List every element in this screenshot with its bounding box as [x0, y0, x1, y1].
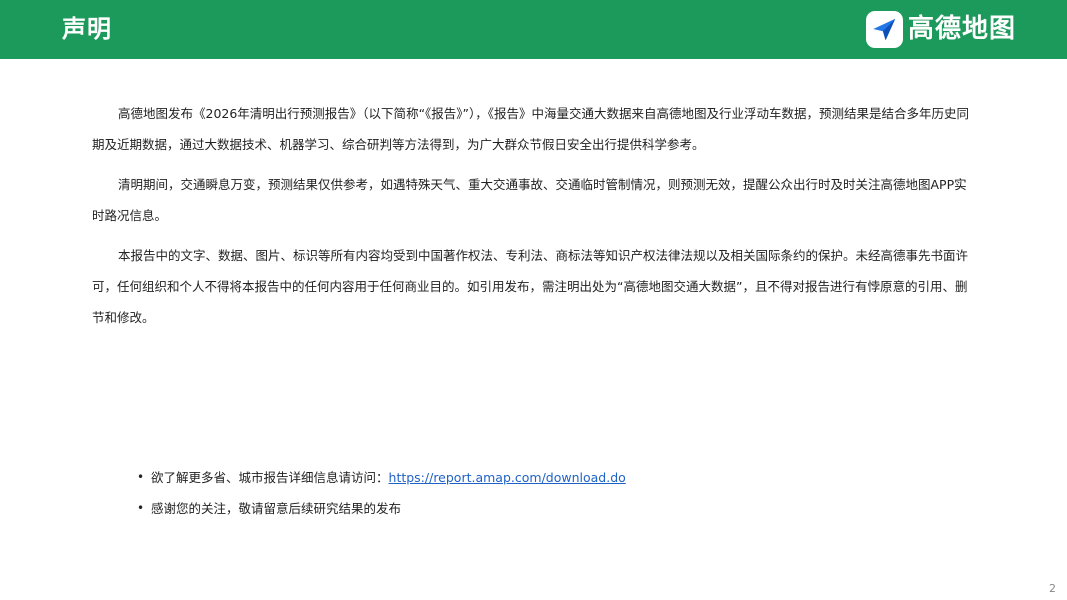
page-number: 2: [1049, 582, 1056, 595]
amap-logo: 高德地图: [866, 11, 1016, 48]
report-download-link[interactable]: https://report.amap.com/download.do: [389, 470, 626, 485]
statement-body: 高德地图发布《2026年清明出行预测报告》（以下简称“《报告》”），《报告》中海…: [92, 98, 976, 342]
info-list: • 欲了解更多省、城市报告详细信息请访问：https://report.amap…: [137, 462, 626, 524]
report-info-text: 欲了解更多省、城市报告详细信息请访问：: [151, 470, 389, 485]
statement-paragraph: 本报告中的文字、数据、图片、标识等所有内容均受到中国著作权法、专利法、商标法等知…: [92, 248, 969, 325]
bullet-icon: •: [137, 470, 145, 484]
statement-paragraph: 高德地图发布《2026年清明出行预测报告》（以下简称“《报告》”），《报告》中海…: [92, 106, 970, 152]
bullet-icon: •: [137, 501, 145, 515]
statement-paragraph: 清明期间，交通瞬息万变，预测结果仅供参考，如遇特殊天气、重大交通事故、交通临时管…: [92, 177, 967, 223]
paper-plane-icon: [866, 11, 903, 48]
thanks-text: 感谢您的关注，敬请留意后续研究结果的发布: [151, 501, 402, 516]
list-item: • 感谢您的关注，敬请留意后续研究结果的发布: [137, 493, 626, 524]
list-item: • 欲了解更多省、城市报告详细信息请访问：https://report.amap…: [137, 462, 626, 493]
logo-text: 高德地图: [908, 14, 1017, 44]
page-title: 声明: [62, 15, 112, 43]
header-bar: 声明 高德地图: [0, 0, 1067, 59]
